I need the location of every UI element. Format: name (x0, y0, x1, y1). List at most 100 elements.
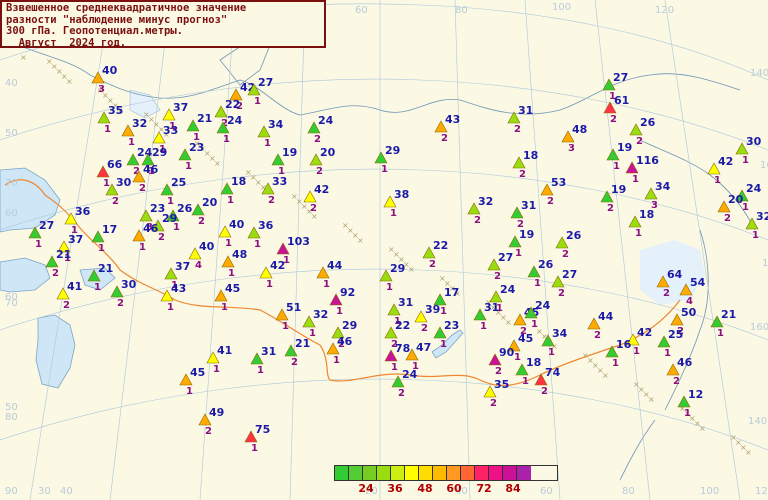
station-marker[interactable]: 49 2 (198, 406, 224, 437)
station-marker[interactable]: 32 2 (467, 195, 493, 226)
station-value: 40 (199, 240, 215, 253)
station-count: 1 (684, 408, 691, 419)
station-value: 20 (320, 146, 336, 159)
station-value: 35 (494, 378, 509, 391)
station-marker[interactable]: 19 2 (600, 183, 626, 214)
station-marker[interactable]: 321 (302, 308, 328, 339)
station-marker[interactable]: 24 2 (307, 114, 334, 145)
station-marker[interactable]: 29 1 (374, 144, 400, 175)
station-marker[interactable]: 31 1 (250, 345, 276, 376)
grid-cross: × (582, 351, 589, 360)
station-marker[interactable]: 321 (745, 210, 768, 241)
station-marker[interactable]: 48 3 (561, 123, 587, 154)
station-marker[interactable]: 34 1 (257, 118, 284, 149)
station-marker[interactable]: 42 1 (707, 155, 733, 186)
station-marker[interactable]: 30 2 (110, 278, 137, 309)
station-marker[interactable]: 211 (186, 112, 212, 143)
station-value: 17 (444, 286, 459, 299)
station-marker[interactable]: 25 1 (657, 328, 683, 359)
station-marker[interactable]: 44 1 (316, 259, 343, 290)
station-marker[interactable]: 45 1 (214, 282, 240, 313)
grid-label: 30 (38, 486, 51, 497)
station-marker[interactable]: 20 2 (309, 146, 336, 177)
station-marker[interactable]: 17 1 (91, 223, 117, 254)
station-marker[interactable]: 75 1 (244, 423, 270, 454)
station-marker[interactable]: 321 (121, 117, 147, 148)
grid-label: 100 (700, 486, 719, 497)
station-marker[interactable]: 18 1 (220, 175, 246, 206)
station-marker[interactable]: 44 2 (587, 310, 614, 341)
station-marker[interactable]: 51 1 (275, 301, 301, 332)
station-value: 44 (598, 310, 614, 323)
station-marker[interactable]: 53 2 (540, 176, 566, 207)
legend-label: 24 (358, 482, 374, 495)
legend-swatch (447, 466, 461, 480)
station-count: 1 (257, 365, 264, 376)
station-marker[interactable]: 46 1 (326, 335, 353, 366)
grid-label: 100 (552, 2, 571, 13)
station-marker[interactable]: 312 (510, 199, 536, 230)
station-count: 1 (742, 155, 749, 166)
title-line-3: 300 гПа. Геопотенциал.метры. (6, 25, 184, 37)
station-value: 24 (137, 146, 153, 159)
station-marker[interactable]: 27 2 (487, 251, 513, 282)
station-marker[interactable]: 27 2 (551, 268, 577, 299)
legend-swatch (489, 466, 503, 480)
station-count: 2 (398, 388, 405, 399)
station-marker[interactable]: 48 1 (221, 248, 247, 279)
grid-cross: × (46, 57, 53, 66)
station-marker[interactable]: 92 1 (329, 286, 355, 317)
station-marker[interactable]: 26 2 (555, 229, 582, 260)
station-marker[interactable]: 20 2 (191, 196, 218, 227)
station-marker[interactable]: 46 1 (132, 222, 159, 253)
grid-cross: × (342, 221, 349, 230)
station-marker[interactable]: 40 3 (91, 64, 118, 95)
station-marker[interactable]: 90 2 (488, 346, 515, 377)
station-marker[interactable]: 18 1 (628, 208, 654, 239)
station-marker[interactable]: 16 1 (605, 338, 632, 369)
station-marker[interactable]: 40 1 (218, 218, 245, 249)
station-marker[interactable]: 36 1 (247, 219, 274, 250)
station-value: 54 (690, 276, 706, 289)
station-count: 2 (314, 134, 321, 145)
station-marker[interactable]: 20 2 (717, 193, 744, 224)
station-value: 34 (655, 180, 671, 193)
station-value: 44 (327, 259, 343, 272)
station-marker[interactable]: 35 1 (97, 104, 123, 135)
station-marker[interactable]: 12 1 (677, 388, 703, 419)
station-value: 33 (272, 175, 287, 188)
station-marker[interactable]: 191 (271, 146, 297, 177)
station-marker[interactable]: 26 1 (527, 258, 554, 289)
station-marker[interactable]: 23 1 (178, 141, 204, 172)
station-value: 16 (616, 338, 632, 351)
grid-label: 50 (5, 128, 18, 139)
station-count: 4 (195, 260, 202, 271)
station-value: 42 (718, 155, 733, 168)
station-marker[interactable]: 26 2 (629, 116, 656, 147)
station-value: 46 (677, 356, 693, 369)
station-marker[interactable]: 43 1 (160, 282, 186, 313)
station-marker[interactable]: 74 2 (534, 366, 561, 397)
station-value: 43 (445, 113, 460, 126)
station-marker[interactable]: 21 2 (284, 337, 310, 368)
station-marker[interactable]: 312 (507, 104, 533, 135)
station-marker[interactable]: 39 2 (414, 303, 440, 334)
station-marker[interactable]: 42 1 (259, 259, 285, 290)
grid-label: 120 (655, 5, 674, 16)
station-value: 34 (552, 327, 568, 340)
station-value: 27 (498, 251, 513, 264)
station-count: 1 (390, 208, 397, 219)
station-marker[interactable]: 222 (422, 239, 448, 270)
station-marker[interactable]: 40 4 (188, 240, 215, 271)
station-marker[interactable]: 33 2 (261, 175, 287, 206)
station-count: 2 (724, 213, 731, 224)
station-marker[interactable]: 61 2 (603, 94, 629, 125)
station-marker[interactable]: 18 2 (512, 149, 538, 180)
station-marker[interactable]: 46 2 (666, 356, 693, 387)
station-value: 31 (261, 345, 276, 358)
legend-swatches (334, 465, 558, 481)
station-marker[interactable]: 29 1 (379, 262, 405, 293)
station-count: 1 (254, 239, 261, 250)
station-marker[interactable]: 43 2 (434, 113, 460, 144)
station-marker[interactable]: 38 1 (383, 188, 409, 219)
